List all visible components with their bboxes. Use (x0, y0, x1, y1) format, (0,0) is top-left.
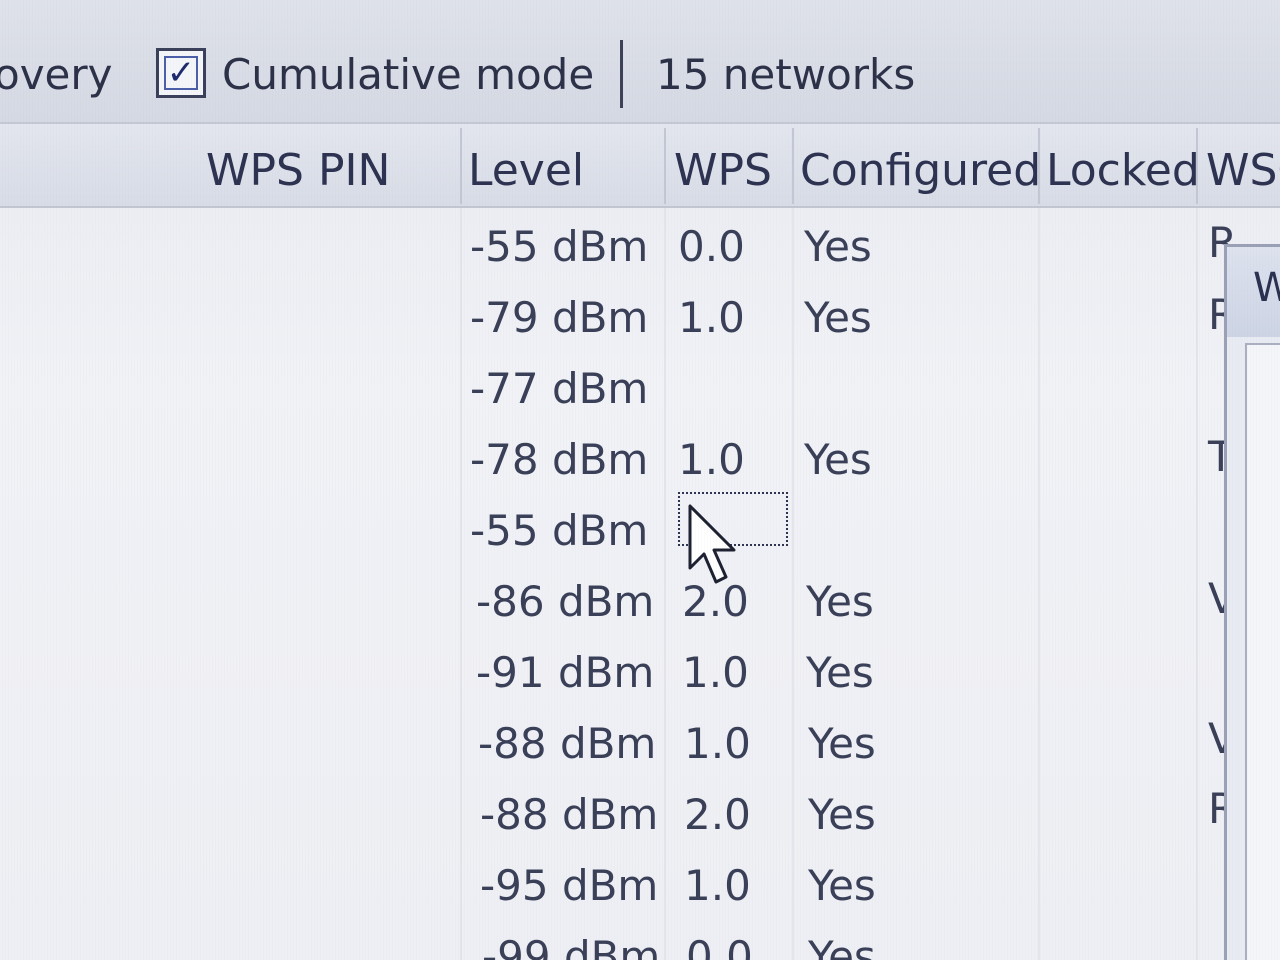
wps-cell: 1.0 (684, 861, 751, 910)
configured-cell: Yes (808, 719, 876, 768)
table-row[interactable]: -88 dBm 2.0 Yes (0, 780, 1230, 851)
dialog-title: W (1253, 265, 1280, 311)
column-divider[interactable] (1038, 128, 1040, 204)
column-divider[interactable] (664, 128, 666, 204)
app-screen: overy ✓ Cumulative mode 15 networks WPS … (0, 0, 1280, 960)
network-table: -55 dBm 0.0 Yes -79 dBm 1.0 Yes -77 dBm … (0, 208, 1280, 960)
wps-cell: 1.0 (678, 435, 745, 484)
column-header-wps-pin[interactable]: WPS PIN (206, 146, 390, 196)
dialog-content (1245, 343, 1280, 960)
table-row[interactable]: -95 dBm 1.0 Yes (0, 851, 1230, 922)
configured-cell: Yes (808, 790, 876, 839)
wps-cell: 1.0 (684, 719, 751, 768)
column-header-level[interactable]: Level (468, 146, 584, 196)
level-cell: -91 dBm (476, 648, 655, 697)
column-header-wps[interactable]: WPS (674, 146, 772, 196)
configured-cell: Yes (806, 577, 874, 626)
wps-cell: 2.0 (684, 790, 751, 839)
column-header-configured[interactable]: Configured (800, 146, 1041, 196)
column-divider[interactable] (460, 128, 462, 204)
dialog-title-bar[interactable]: W (1227, 247, 1280, 337)
network-count: 15 networks (656, 50, 916, 99)
level-cell: -86 dBm (476, 577, 655, 626)
wps-cell: 1.0 (678, 293, 745, 342)
configured-cell: Yes (808, 932, 876, 960)
wps-cell: 0.0 (686, 932, 753, 960)
table-row[interactable]: -78 dBm 1.0 Yes (0, 425, 1230, 496)
table-row[interactable]: -77 dBm (0, 354, 1230, 425)
overlapping-dialog[interactable]: W (1224, 244, 1280, 960)
configured-cell: Yes (806, 648, 874, 697)
wps-cell: 1.0 (682, 648, 749, 697)
configured-cell: Yes (804, 293, 872, 342)
configured-cell: Yes (804, 222, 872, 271)
toolbar: overy ✓ Cumulative mode 15 networks (0, 0, 1280, 124)
check-icon: ✓ (164, 56, 198, 90)
level-cell: -79 dBm (470, 293, 649, 342)
configured-cell: Yes (808, 861, 876, 910)
table-row[interactable]: -99 dBm 0.0 Yes (0, 922, 1230, 960)
column-header-locked[interactable]: Locked (1046, 146, 1200, 196)
level-cell: -88 dBm (478, 719, 657, 768)
column-divider[interactable] (792, 128, 794, 204)
configured-cell: Yes (804, 435, 872, 484)
wps-cell: 0.0 (678, 222, 745, 271)
column-divider[interactable] (1196, 128, 1198, 204)
table-row[interactable]: -79 dBm 1.0 Yes (0, 283, 1230, 354)
table-header: WPS PIN Level WPS Configured Locked WSC (0, 124, 1280, 208)
level-cell: -77 dBm (470, 364, 649, 413)
recovery-label[interactable]: overy (0, 50, 113, 100)
table-row[interactable]: -91 dBm 1.0 Yes (0, 638, 1230, 709)
level-cell: -55 dBm (470, 506, 649, 555)
level-cell: -95 dBm (480, 861, 659, 910)
column-header-wsc[interactable]: WSC (1206, 146, 1280, 196)
level-cell: -88 dBm (480, 790, 659, 839)
cumulative-mode-label[interactable]: Cumulative mode (222, 50, 594, 100)
level-cell: -55 dBm (470, 222, 649, 271)
table-row[interactable]: -55 dBm 0.0 Yes (0, 212, 1230, 283)
table-row[interactable]: -55 dBm (0, 496, 1230, 567)
toolbar-separator (620, 40, 623, 108)
table-row[interactable]: -88 dBm 1.0 Yes (0, 709, 1230, 780)
level-cell: -78 dBm (470, 435, 649, 484)
cumulative-mode-checkbox[interactable]: ✓ (156, 48, 206, 98)
level-cell: -99 dBm (482, 932, 661, 960)
mouse-pointer-icon (688, 504, 736, 584)
table-row[interactable]: -86 dBm 2.0 Yes (0, 567, 1230, 638)
